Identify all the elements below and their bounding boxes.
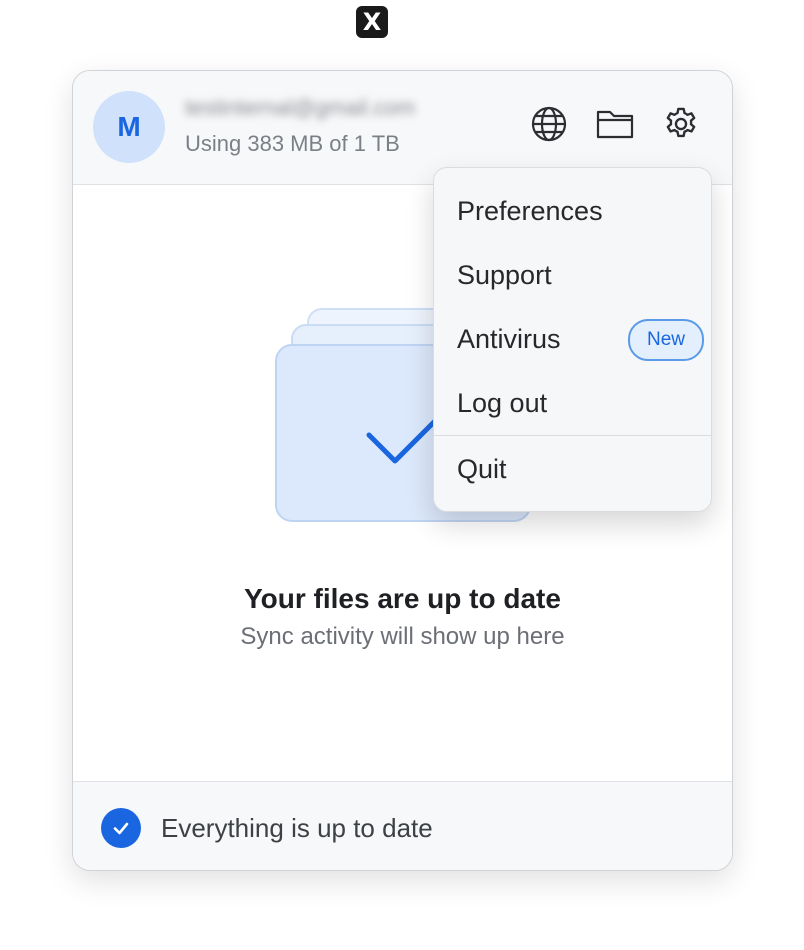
gear-icon [662, 105, 700, 148]
avatar[interactable]: M [93, 91, 165, 163]
folder-button[interactable] [595, 106, 635, 146]
menu-item-label: Quit [457, 454, 507, 484]
menu-item-label: Log out [457, 388, 548, 418]
new-badge: New [628, 319, 704, 361]
storage-usage: Using 383 MB of 1 TB [185, 131, 400, 156]
settings-dropdown-menu: Preferences Support Antivirus New Log ou… [433, 167, 712, 512]
status-bar: Everything is up to date [73, 781, 732, 870]
menu-item-label: Support [457, 260, 552, 290]
settings-button[interactable] [661, 106, 701, 146]
menu-item-quit[interactable]: Quit [434, 442, 711, 498]
menu-item-label: Antivirus [457, 324, 561, 354]
folder-icon [595, 107, 635, 146]
menu-item-support[interactable]: Support [434, 248, 711, 304]
menu-item-label: Preferences [457, 196, 603, 226]
empty-state-subtitle: Sync activity will show up here [240, 623, 565, 650]
empty-state-title: Your files are up to date [244, 583, 561, 614]
globe-icon [530, 105, 568, 148]
menu-item-antivirus[interactable]: Antivirus New [434, 312, 711, 368]
menu-divider [434, 435, 711, 436]
menu-item-preferences[interactable]: Preferences [434, 184, 711, 240]
tray-app-icon[interactable]: X [356, 6, 388, 38]
account-email: testinternal@gmail.com [185, 95, 416, 120]
globe-button[interactable] [529, 106, 569, 146]
menu-item-log-out[interactable]: Log out [434, 376, 711, 432]
sync-status-text: Everything is up to date [161, 813, 433, 843]
check-circle-icon [101, 808, 141, 848]
